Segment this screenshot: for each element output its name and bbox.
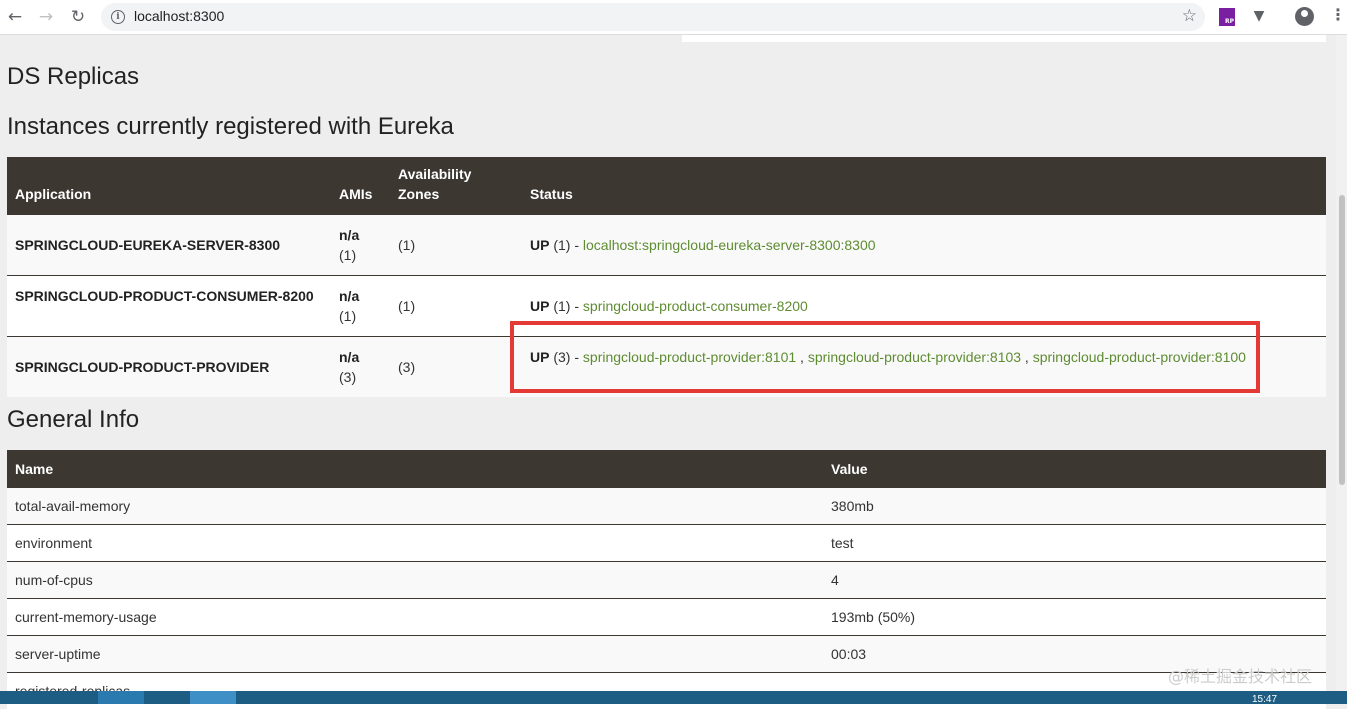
header-amis: AMIs	[331, 157, 390, 214]
status-count: (1) -	[549, 236, 583, 253]
header-zones: Availability Zones	[390, 157, 522, 214]
amis-value: n/a	[339, 226, 360, 243]
amis-count: (1)	[339, 246, 357, 263]
status-count: (1) -	[549, 297, 583, 314]
info-value: test	[823, 523, 1326, 561]
zones-value: (1)	[398, 297, 416, 314]
header-status: Status	[522, 157, 1326, 214]
info-name: current-memory-usage	[7, 597, 823, 635]
general-header-row: Name Value	[7, 450, 1326, 487]
application-cell: SPRINGCLOUD-PRODUCT-PROVIDER	[7, 335, 331, 397]
table-row: server-uptime 00:03	[7, 634, 1326, 672]
info-name: num-of-cpus	[7, 560, 823, 598]
scrollbar-thumb[interactable]	[1339, 195, 1345, 485]
amis-count: (1)	[339, 307, 357, 324]
replicas-heading: DS Replicas	[7, 63, 140, 90]
taskbar-clock: 15:47	[1252, 694, 1278, 705]
table-row: num-of-cpus 4	[7, 560, 1326, 598]
bookmark-star-icon[interactable]: ☆	[1182, 6, 1197, 26]
back-icon[interactable]: ←	[3, 5, 27, 29]
amis-value: n/a	[339, 287, 360, 304]
amis-count: (3)	[339, 368, 357, 385]
taskbar-chrome-icon[interactable]	[190, 691, 236, 704]
status-up: UP	[530, 236, 550, 253]
general-info-table: Name Value total-avail-memory 380mb envi…	[7, 450, 1326, 709]
table-row: SPRINGCLOUD-EUREKA-SERVER-8300 n/a (1) (…	[7, 213, 1326, 275]
amis-value: n/a	[339, 348, 360, 365]
info-name: environment	[7, 523, 823, 561]
table-row: environment test	[7, 523, 1326, 561]
top-strip	[682, 35, 1326, 42]
zones-cell: (1)	[390, 213, 522, 275]
browser-toolbar: ← → ↻ i localhost:8300 ☆ RP ▼ ⋮	[0, 0, 1347, 35]
general-info-heading: General Info	[7, 406, 140, 433]
application-name: SPRINGCLOUD-PRODUCT-PROVIDER	[15, 358, 270, 375]
info-value: 193mb (50%)	[823, 597, 1326, 635]
table-row: current-memory-usage 193mb (50%)	[7, 597, 1326, 635]
info-value: 4	[823, 560, 1326, 598]
reload-icon[interactable]: ↻	[66, 5, 90, 29]
info-name: total-avail-memory	[7, 486, 823, 524]
instances-header-row: Application AMIs Availability Zones Stat…	[7, 157, 1326, 214]
more-menu-icon[interactable]: ⋮	[1330, 5, 1346, 24]
watermark: @稀土掘金技术社区	[1168, 667, 1313, 686]
url-text[interactable]: localhost:8300	[134, 8, 224, 24]
info-name: server-uptime	[7, 634, 823, 672]
status-cell: UP (1) - localhost:springcloud-eureka-se…	[522, 213, 1326, 275]
info-value: 380mb	[823, 486, 1326, 524]
table-row: total-avail-memory 380mb	[7, 486, 1326, 524]
application-name: SPRINGCLOUD-EUREKA-SERVER-8300	[15, 236, 281, 253]
header-value: Value	[823, 450, 1326, 487]
instances-heading: Instances currently registered with Eure…	[7, 113, 454, 140]
taskbar-start-icon[interactable]	[98, 691, 144, 704]
application-cell: SPRINGCLOUD-EUREKA-SERVER-8300	[7, 213, 331, 275]
forward-icon[interactable]: →	[34, 5, 58, 29]
amis-cell: n/a (3)	[331, 335, 390, 397]
application-cell: SPRINGCLOUD-PRODUCT-CONSUMER-8200	[7, 274, 331, 336]
rp-extension-icon[interactable]: RP	[1219, 8, 1235, 26]
amis-cell: n/a (1)	[331, 274, 390, 336]
amis-cell: n/a (1)	[331, 213, 390, 275]
zones-cell: (1)	[390, 274, 522, 336]
zones-value: (1)	[398, 236, 416, 253]
zones-cell: (3)	[390, 335, 522, 397]
v-extension-icon[interactable]: ▼	[1251, 8, 1267, 26]
instance-link[interactable]: springcloud-product-consumer-8200	[583, 298, 808, 314]
application-name: SPRINGCLOUD-PRODUCT-CONSUMER-8200	[15, 287, 314, 304]
red-highlight-box	[510, 321, 1260, 393]
address-bar[interactable]: i localhost:8300 ☆	[101, 3, 1205, 31]
info-icon[interactable]: i	[111, 10, 125, 24]
instance-link[interactable]: localhost:springcloud-eureka-server-8300…	[583, 237, 876, 253]
header-name: Name	[7, 450, 823, 487]
account-icon[interactable]	[1295, 7, 1314, 26]
header-application: Application	[7, 157, 331, 214]
zones-value: (3)	[398, 358, 416, 375]
status-up: UP	[530, 297, 550, 314]
